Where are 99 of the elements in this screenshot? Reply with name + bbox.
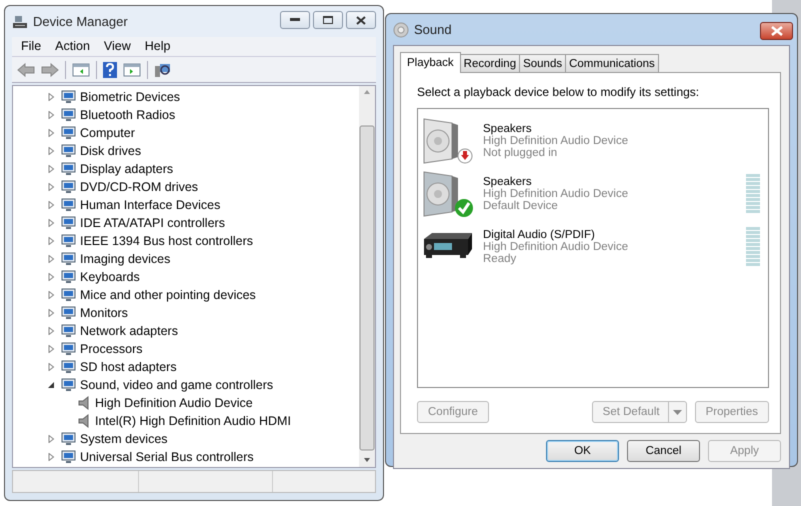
computer-icon: [12, 14, 28, 30]
device-icon: [61, 449, 77, 466]
tree-item[interactable]: Processors: [80, 342, 143, 356]
close-icon: [770, 26, 782, 36]
close-button[interactable]: [760, 22, 793, 40]
tab[interactable]: Communications: [565, 54, 659, 72]
tree-item[interactable]: System devices: [80, 432, 168, 446]
expand-arrow-icon[interactable]: [48, 219, 55, 228]
maximize-icon: [323, 16, 333, 24]
device-icon: [61, 269, 77, 286]
device-icon: [61, 287, 77, 304]
expand-arrow-icon[interactable]: [48, 291, 55, 300]
menu-item[interactable]: Action: [48, 39, 97, 54]
instruction-text: Select a playback device below to modify its settings:: [417, 85, 700, 99]
expand-arrow-icon[interactable]: [48, 453, 55, 462]
device-icon: [61, 215, 77, 232]
menu-item[interactable]: View: [96, 39, 138, 54]
caret-icon: [672, 410, 682, 414]
tree-item[interactable]: Sound, video and game controllers: [80, 378, 274, 392]
menu-item[interactable]: Help: [138, 39, 178, 54]
tree-item[interactable]: Computer: [80, 126, 135, 140]
menu-item[interactable]: File: [14, 39, 48, 54]
tree-item[interactable]: Keyboards: [80, 270, 140, 284]
panel-icon[interactable]: [72, 62, 90, 77]
window-title: Sound: [414, 22, 453, 37]
expand-arrow-icon[interactable]: [48, 129, 55, 138]
tree-item[interactable]: Network adapters: [80, 324, 178, 338]
expand-arrow-icon[interactable]: [48, 363, 55, 372]
tree-item[interactable]: DVD/CD-ROM drives: [80, 180, 198, 194]
tab[interactable]: Recording: [460, 54, 520, 72]
button[interactable]: OK: [546, 440, 619, 462]
tab[interactable]: Playback: [400, 52, 461, 73]
speaker-icon: [393, 22, 409, 38]
expand-arrow-icon[interactable]: [48, 273, 55, 282]
expand-arrow-icon[interactable]: [48, 435, 55, 444]
forward-arrow-icon[interactable]: [41, 62, 59, 77]
device-icon: [61, 359, 77, 376]
device-driver: High Definition Audio Device: [483, 188, 630, 200]
device-icon: [61, 305, 77, 322]
expand-arrow-icon[interactable]: [48, 93, 55, 102]
maximize-button[interactable]: [313, 11, 343, 29]
device-status: Default Device: [483, 200, 559, 212]
tree-item[interactable]: SD host adapters: [80, 360, 177, 374]
tree-item[interactable]: IEEE 1394 Bus host controllers: [80, 234, 254, 248]
device-icon: [61, 341, 77, 358]
expand-arrow-icon[interactable]: [48, 309, 55, 318]
expand-arrow-icon[interactable]: [48, 255, 55, 264]
device-name: Speakers: [483, 122, 533, 134]
minimize-button[interactable]: [280, 11, 310, 29]
tree-item[interactable]: Display adapters: [80, 162, 174, 176]
expand-arrow-icon[interactable]: [48, 345, 55, 354]
device-icon: [61, 179, 77, 196]
expand-arrow-icon[interactable]: [48, 201, 55, 210]
tree-item[interactable]: Biometric Devices: [80, 90, 180, 104]
tree-item[interactable]: Disk drives: [80, 144, 142, 158]
help-icon[interactable]: [103, 62, 117, 78]
tree-item[interactable]: Bluetooth Radios: [80, 108, 176, 122]
device-driver: High Definition Audio Device: [483, 134, 630, 146]
tab[interactable]: Sounds: [519, 54, 566, 72]
expand-arrow-icon[interactable]: [48, 237, 55, 246]
device-icon: [61, 431, 77, 448]
device-icon: [61, 323, 77, 340]
expand-arrow-icon[interactable]: [48, 165, 55, 174]
back-arrow-icon[interactable]: [17, 62, 35, 77]
tree-item[interactable]: Monitors: [80, 306, 128, 320]
expand-arrow-icon[interactable]: [48, 147, 55, 156]
expand-arrow-icon[interactable]: [48, 183, 55, 192]
tree-item[interactable]: Imaging devices: [80, 252, 170, 266]
device-icon: [61, 125, 77, 142]
tree-item[interactable]: High Definition Audio Device: [95, 396, 253, 410]
button[interactable]: Cancel: [627, 440, 700, 462]
device-icon: [61, 251, 77, 268]
panel-icon[interactable]: [123, 62, 141, 77]
device-icon: [61, 107, 77, 124]
device-icon: [61, 377, 77, 394]
device-status: Not plugged in: [483, 146, 558, 158]
window-title: Device Manager: [33, 14, 129, 29]
device-driver: High Definition Audio Device: [483, 240, 630, 252]
device-name: Speakers: [483, 176, 533, 188]
device-status: Ready: [483, 252, 518, 264]
scrollbar[interactable]: [359, 86, 375, 468]
device-name: Digital Audio (S/PDIF): [483, 228, 596, 240]
tree-item[interactable]: Intel(R) High Definition Audio HDMI: [95, 414, 291, 428]
device-icon: [61, 197, 77, 214]
expand-arrow-icon[interactable]: [48, 111, 55, 120]
minimize-icon: [290, 18, 300, 22]
collapse-arrow-icon[interactable]: [48, 381, 55, 390]
close-button[interactable]: [346, 11, 376, 29]
tree-item[interactable]: IDE ATA/ATAPI controllers: [80, 216, 225, 230]
expand-arrow-icon[interactable]: [48, 327, 55, 336]
device-icon: [61, 143, 77, 160]
device-icon: [61, 233, 77, 250]
device-icon: [61, 89, 77, 106]
tree-item[interactable]: Mice and other pointing devices: [80, 288, 256, 302]
device-icon: [61, 161, 77, 178]
tree-item[interactable]: Human Interface Devices: [80, 198, 220, 212]
tree-item[interactable]: Universal Serial Bus controllers: [80, 450, 254, 464]
close-icon: [356, 16, 366, 24]
scan-hardware-icon[interactable]: [154, 62, 172, 78]
